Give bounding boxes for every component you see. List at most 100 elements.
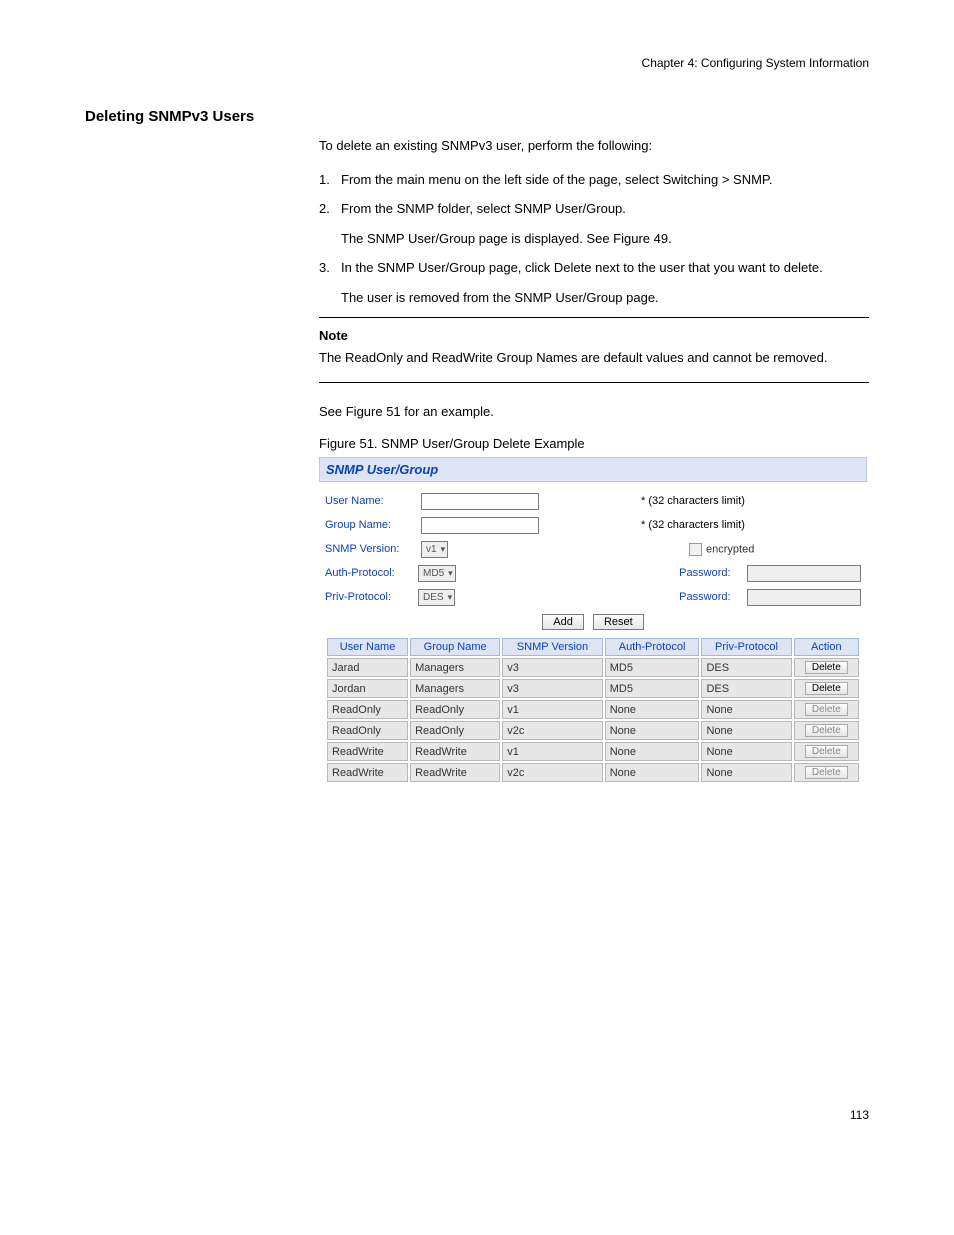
delete-button: Delete [805,703,848,716]
snmpversion-label: SNMP Version: [325,543,421,555]
delete-button[interactable]: Delete [805,682,848,695]
chapter-line: Chapter 4: Configuring System Informatio… [85,56,869,70]
table-cell: Managers [410,679,500,698]
table-cell: Jordan [327,679,408,698]
table-cell: Managers [410,658,500,677]
user-group-table: User Name Group Name SNMP Version Auth-P… [325,636,861,784]
col-auth-protocol: Auth-Protocol [605,638,700,656]
step-text: From the main menu on the left side of t… [341,170,841,190]
table-row: JaradManagersv3MD5DES Delete [327,658,859,677]
table-cell: ReadWrite [327,763,408,782]
chevron-down-icon: ▾ [448,592,453,603]
table-cell: None [701,721,791,740]
priv-password-input[interactable] [747,589,861,606]
col-snmp-version: SNMP Version [502,638,602,656]
col-user-name: User Name [327,638,408,656]
privprotocol-label: Priv-Protocol: [325,591,418,603]
table-cell: ReadOnly [410,700,500,719]
snmpversion-select[interactable]: v1 ▾ [421,541,448,558]
authprotocol-label: Auth-Protocol: [325,567,418,579]
table-cell: Jarad [327,658,408,677]
step-text: In the SNMP User/Group page, click Delet… [341,258,841,278]
table-cell: ReadWrite [410,763,500,782]
chevron-down-icon: ▾ [441,544,446,555]
add-button[interactable]: Add [542,614,584,630]
col-action: Action [794,638,859,656]
table-cell: None [605,763,700,782]
encrypted-label: encrypted [706,543,754,555]
table-cell: DES [701,679,791,698]
delete-button: Delete [805,745,848,758]
table-row: ReadOnlyReadOnlyv1NoneNoneDelete [327,700,859,719]
figure-caption: Figure 51. SNMP User/Group Delete Exampl… [319,436,869,451]
table-cell: DES [701,658,791,677]
table-row: ReadWriteReadWritev2cNoneNoneDelete [327,763,859,782]
step-result: The user is removed from the SNMP User/G… [341,288,841,308]
note-box: Note The ReadOnly and ReadWrite Group Na… [319,317,869,383]
panel-title: SNMP User/Group [319,457,867,482]
table-cell-action: Delete [794,658,859,677]
note-title: Note [319,328,869,343]
table-cell: v1 [502,742,602,761]
table-cell-action: Delete [794,700,859,719]
table-row: JordanManagersv3MD5DES Delete [327,679,859,698]
auth-password-input[interactable] [747,565,861,582]
table-cell: None [605,721,700,740]
groupname-input[interactable] [421,517,539,534]
step-list: 1.From the main menu on the left side of… [319,170,869,308]
auth-password-label: Password: [679,567,747,579]
table-cell: None [701,763,791,782]
step-number: 1. [319,170,341,190]
username-label: User Name: [325,495,421,507]
table-cell: MD5 [605,658,700,677]
closing-text: See Figure 51 for an example. [319,403,869,422]
table-cell-action: Delete [794,721,859,740]
privprotocol-select[interactable]: DES ▾ [418,589,455,606]
table-cell-action: Delete [794,679,859,698]
table-cell: MD5 [605,679,700,698]
encrypted-checkbox[interactable] [689,543,702,556]
delete-button[interactable]: Delete [805,661,848,674]
table-cell: ReadOnly [410,721,500,740]
table-cell-action: Delete [794,763,859,782]
note-body: The ReadOnly and ReadWrite Group Names a… [319,349,869,368]
table-cell: None [605,742,700,761]
privprotocol-value: DES [423,592,444,603]
table-cell: v2c [502,721,602,740]
delete-button: Delete [805,766,848,779]
authprotocol-select[interactable]: MD5 ▾ [418,565,456,582]
delete-button: Delete [805,724,848,737]
table-cell: None [605,700,700,719]
groupname-hint: * (32 characters limit) [641,519,745,531]
step-subtext: The SNMP User/Group page is displayed. S… [341,229,841,249]
priv-password-label: Password: [679,591,747,603]
table-cell: ReadWrite [410,742,500,761]
table-cell: ReadOnly [327,700,408,719]
table-cell: v3 [502,658,602,677]
snmpversion-value: v1 [426,544,437,555]
page-number: 113 [850,1108,869,1122]
table-cell: v1 [502,700,602,719]
col-group-name: Group Name [410,638,500,656]
figure-screenshot: SNMP User/Group User Name: * (32 charact… [319,457,867,788]
table-row: ReadOnlyReadOnlyv2cNoneNoneDelete [327,721,859,740]
chevron-down-icon: ▾ [448,568,453,579]
section-title: Deleting SNMPv3 Users [85,108,869,125]
step-number: 3. [319,258,341,278]
table-cell-action: Delete [794,742,859,761]
table-cell: ReadOnly [327,721,408,740]
authprotocol-value: MD5 [423,568,444,579]
groupname-label: Group Name: [325,519,421,531]
section-intro: To delete an existing SNMPv3 user, perfo… [319,137,869,156]
username-input[interactable] [421,493,539,510]
reset-button[interactable]: Reset [593,614,644,630]
table-cell: ReadWrite [327,742,408,761]
table-cell: None [701,700,791,719]
step-number: 2. [319,199,341,219]
table-row: ReadWriteReadWritev1NoneNoneDelete [327,742,859,761]
table-cell: v3 [502,679,602,698]
col-priv-protocol: Priv-Protocol [701,638,791,656]
step-text: From the SNMP folder, select SNMP User/G… [341,199,841,219]
username-hint: * (32 characters limit) [641,495,745,507]
table-cell: None [701,742,791,761]
